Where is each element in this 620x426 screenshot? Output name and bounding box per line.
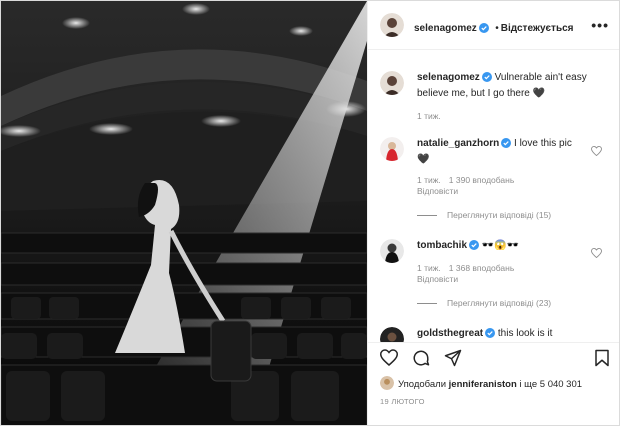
comment-item: goldsthegreat this look is it xyxy=(380,327,602,342)
replies-line xyxy=(417,215,437,217)
heart-icon[interactable] xyxy=(591,143,602,161)
caption-item: selenagomez Vulnerable ain't easy believ… xyxy=(380,71,602,126)
heart-icon[interactable] xyxy=(379,349,399,371)
author-username[interactable]: selenagomez xyxy=(414,23,477,34)
comment-body: this look is it xyxy=(497,328,553,339)
share-icon[interactable] xyxy=(444,349,462,372)
verified-icon xyxy=(469,240,480,255)
post-side-panel: selenagomez • Відстежується ••• selenagom… xyxy=(367,1,619,425)
comment-text: goldsthegreat this look is it xyxy=(417,327,587,342)
reply-button[interactable]: Відповісти xyxy=(417,274,458,284)
caption-time[interactable]: 1 тиж. xyxy=(417,111,441,121)
comment-meta: 1 тиж. 1 390 вподобань xyxy=(417,175,522,185)
verified-icon xyxy=(481,72,492,87)
instagram-post-window: selenagomez • Відстежується ••• selenagom… xyxy=(0,0,620,426)
more-icon[interactable]: ••• xyxy=(591,17,609,33)
replies-line xyxy=(417,303,437,305)
commenter-avatar[interactable] xyxy=(380,137,404,161)
caption-username[interactable]: selenagomez xyxy=(417,72,480,83)
comment-body: 🕶️😱🕶️ xyxy=(481,240,520,251)
liked-by-count[interactable]: і ще 5 040 301 xyxy=(519,379,582,390)
view-replies-button[interactable]: Переглянути відповіді (15) xyxy=(417,210,551,220)
comment-meta: 1 тиж. 1 368 вподобань xyxy=(417,263,522,273)
comment-username[interactable]: natalie_ganzhorn xyxy=(417,138,499,149)
caption-text: selenagomez Vulnerable ain't easy believ… xyxy=(417,71,587,101)
verified-icon xyxy=(478,20,489,38)
post-photo[interactable] xyxy=(1,1,367,425)
view-replies-label: Переглянути відповіді (23) xyxy=(447,298,552,308)
comment-username[interactable]: goldsthegreat xyxy=(417,328,483,339)
comment-time[interactable]: 1 тиж. xyxy=(417,263,441,273)
caption-meta: 1 тиж. xyxy=(417,111,449,121)
verified-icon xyxy=(501,138,512,153)
comment-text: tombachik 🕶️😱🕶️ xyxy=(417,239,587,255)
post-actions: Уподобали jenniferaniston і ще 5 040 301… xyxy=(368,342,619,425)
theater-photo xyxy=(1,1,367,425)
comment-time[interactable]: 1 тиж. xyxy=(417,175,441,185)
comment-icon[interactable] xyxy=(412,349,430,372)
liked-by-user[interactable]: jenniferaniston xyxy=(449,379,517,390)
liked-by-prefix: Уподобали xyxy=(398,379,447,390)
comment-text: natalie_ganzhorn I love this pic 🖤 xyxy=(417,137,587,167)
bookmark-icon[interactable] xyxy=(594,349,610,372)
post-date[interactable]: 19 ЛЮТОГО xyxy=(380,397,425,406)
author-line: selenagomez • Відстежується xyxy=(414,18,574,38)
caption-avatar[interactable] xyxy=(380,71,404,95)
liked-by-line: Уподобали jenniferaniston і ще 5 040 301 xyxy=(380,376,582,390)
view-replies-button[interactable]: Переглянути відповіді (23) xyxy=(417,298,551,308)
commenter-avatar[interactable] xyxy=(380,239,404,263)
comment-likes[interactable]: 1 390 вподобань xyxy=(449,175,515,185)
reply-button[interactable]: Відповісти xyxy=(417,186,458,196)
post-header: selenagomez • Відстежується ••• xyxy=(368,1,619,50)
following-button[interactable]: Відстежується xyxy=(501,23,574,34)
verified-icon xyxy=(485,328,496,342)
author-avatar[interactable] xyxy=(380,13,404,37)
comment-likes[interactable]: 1 368 вподобань xyxy=(449,263,515,273)
heart-icon[interactable] xyxy=(591,245,602,263)
separator-dot: • xyxy=(495,23,499,34)
comment-item: tombachik 🕶️😱🕶️ 1 тиж. 1 368 вподобань Ві… xyxy=(380,239,602,329)
comment-item: natalie_ganzhorn I love this pic 🖤 1 тиж… xyxy=(380,137,602,227)
comments-list: selenagomez Vulnerable ain't easy believ… xyxy=(368,49,619,342)
commenter-avatar[interactable] xyxy=(380,327,404,342)
view-replies-label: Переглянути відповіді (15) xyxy=(447,210,552,220)
liker-avatar[interactable] xyxy=(380,376,394,390)
comment-username[interactable]: tombachik xyxy=(417,240,467,251)
